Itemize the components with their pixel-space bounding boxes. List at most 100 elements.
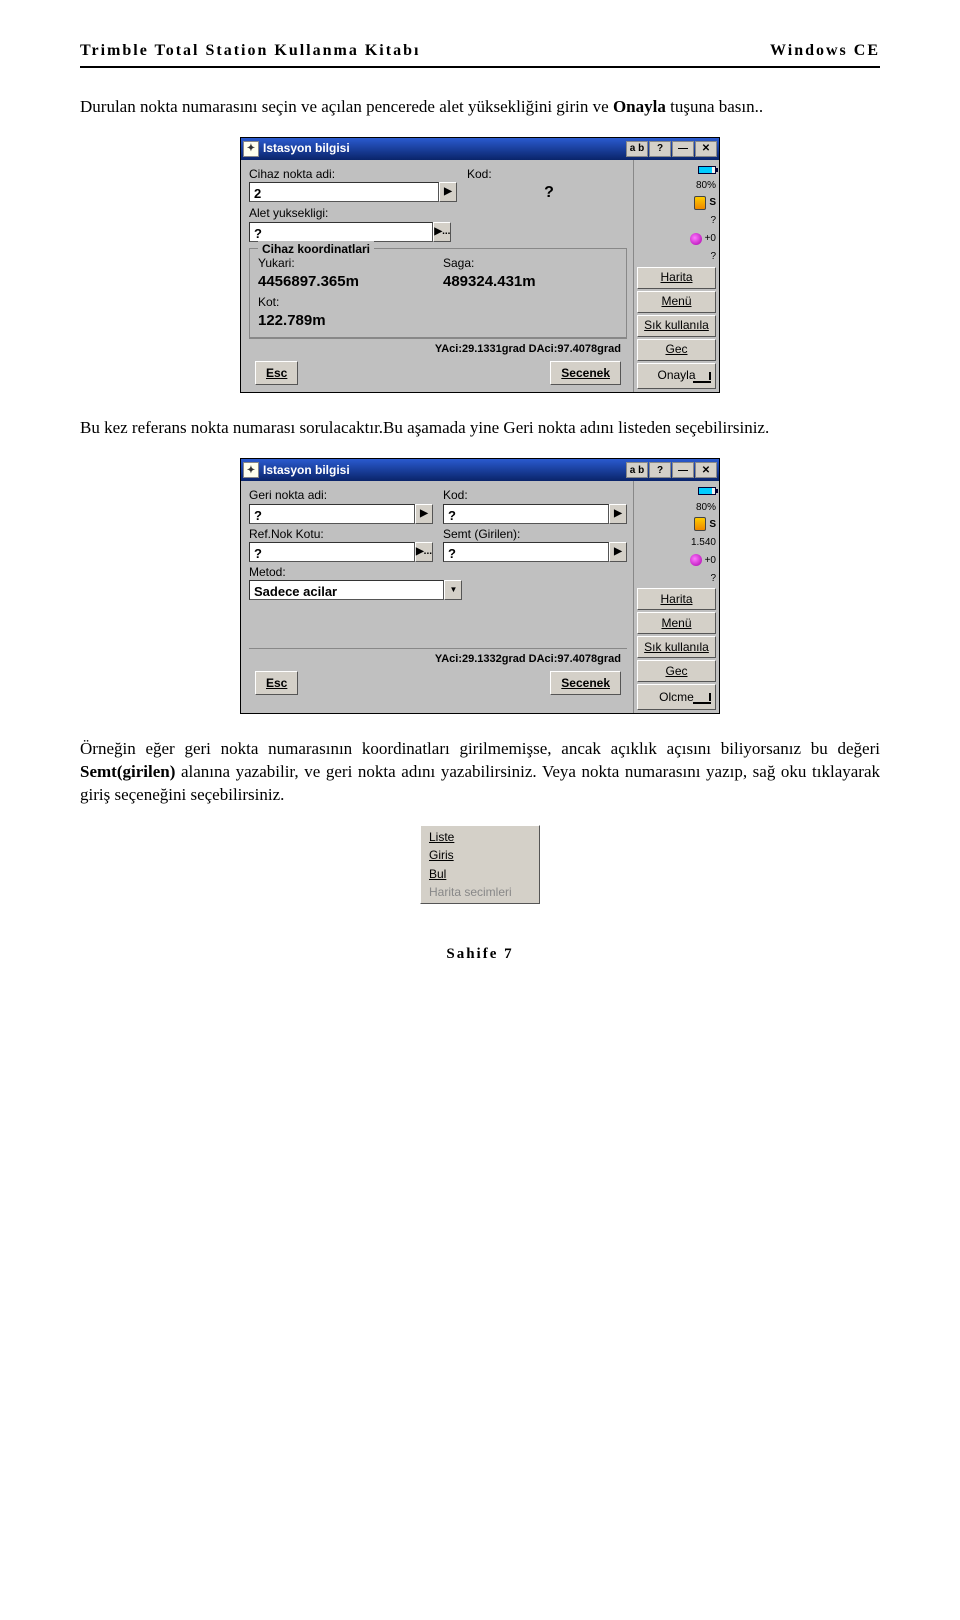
enter-icon	[691, 376, 711, 386]
sik-button[interactable]: Sık kullanıla	[637, 636, 716, 658]
cihaz-arrow-button[interactable]: ▶	[439, 182, 457, 202]
esc-button[interactable]: Esc	[255, 361, 298, 385]
titlebar: ✦ Istasyon bilgisi a b ? — ✕	[241, 459, 719, 481]
battery-percent: 80%	[696, 501, 716, 515]
titlebar: ✦ Istasyon bilgisi a b ? — ✕	[241, 138, 719, 160]
menu-item-liste[interactable]: Liste	[423, 828, 537, 846]
cihaz-label: Cihaz nokta adi:	[249, 166, 457, 182]
battery-icon	[698, 166, 716, 174]
screenshot-2: ✦ Istasyon bilgisi a b ? — ✕ Geri nokta …	[80, 458, 880, 714]
kod-value: ?	[544, 182, 554, 204]
angle-statusbar: . YAci:29.1332grad DAci:97.4078grad	[249, 648, 627, 670]
close-button[interactable]: ✕	[695, 141, 717, 157]
paragraph-2: Bu kez referans nokta numarası sorulacak…	[80, 417, 880, 440]
page-header: Trimble Total Station Kullanma Kitabı Wi…	[80, 40, 880, 62]
alet-more-button[interactable]: ▶...	[433, 222, 451, 242]
onayla-button[interactable]: Onayla	[637, 363, 716, 389]
menu-item-bul[interactable]: Bul	[423, 865, 537, 883]
saga-value: 489324.431m	[443, 272, 618, 292]
menu-button[interactable]: Menü	[637, 291, 716, 313]
battery-icon	[698, 487, 716, 495]
plus-zero: +0	[705, 232, 716, 246]
prism-q: ?	[710, 250, 716, 264]
harita-button[interactable]: Harita	[637, 588, 716, 610]
metod-select[interactable]: Sadece acilar	[249, 580, 444, 600]
kod-label: Kod:	[467, 166, 627, 182]
semt-arrow-button[interactable]: ▶	[609, 542, 627, 562]
angle-status: YAci:29.1331grad DAci:97.4078grad	[435, 342, 621, 357]
prism-icon	[690, 233, 702, 245]
esc-button[interactable]: Esc	[255, 671, 298, 695]
semt-input[interactable]: ?	[443, 542, 609, 562]
height-value: 1.540	[691, 536, 716, 550]
window-main: Cihaz nokta adi: 2 ▶ Kod: ? Alet yuksekl…	[241, 160, 633, 393]
secenek-button[interactable]: Secenek	[550, 361, 621, 385]
page-footer: Sahife 7	[80, 944, 880, 964]
instrument-icon	[694, 196, 706, 210]
kod-label: Kod:	[443, 487, 627, 503]
minimize-button[interactable]: —	[672, 462, 694, 478]
inst-q: ?	[710, 214, 716, 228]
olcme-button[interactable]: Olcme	[637, 684, 716, 710]
ref-more-button[interactable]: ▶...	[415, 542, 433, 562]
popup-menu-screenshot: Liste Giris Bul Harita secimleri	[80, 825, 880, 904]
yukari-value: 4456897.365m	[258, 272, 433, 292]
enter-icon	[691, 697, 711, 707]
close-button[interactable]: ✕	[695, 462, 717, 478]
secenek-button[interactable]: Secenek	[550, 671, 621, 695]
paragraph-3: Örneğin eğer geri nokta numarasının koor…	[80, 738, 880, 807]
header-left: Trimble Total Station Kullanma Kitabı	[80, 40, 420, 62]
ab-button[interactable]: a b	[626, 141, 648, 157]
harita-button[interactable]: Harita	[637, 267, 716, 289]
paragraph-1: Durulan nokta numarasını seçin ve açılan…	[80, 96, 880, 119]
window-istasyon-1: ✦ Istasyon bilgisi a b ? — ✕ Cihaz nokta…	[240, 137, 720, 394]
metod-label: Metod:	[249, 564, 462, 580]
prism-q: ?	[710, 572, 716, 586]
minimize-button[interactable]: —	[672, 141, 694, 157]
screenshot-1: ✦ Istasyon bilgisi a b ? — ✕ Cihaz nokta…	[80, 137, 880, 394]
battery-percent: 80%	[696, 179, 716, 193]
metod-dropdown-button[interactable]	[444, 580, 462, 600]
sik-button[interactable]: Sık kullanıla	[637, 315, 716, 337]
prism-icon	[690, 554, 702, 566]
semt-label: Semt (Girilen):	[443, 526, 627, 542]
gec-button[interactable]: Gec	[637, 660, 716, 682]
alet-label: Alet yuksekligi:	[249, 205, 451, 221]
s-label: S	[709, 518, 716, 532]
alet-input[interactable]: ?	[249, 222, 433, 242]
help-button[interactable]: ?	[649, 462, 671, 478]
geri-arrow-button[interactable]: ▶	[415, 504, 433, 524]
window-main: Geri nokta adi: ? ▶ Kod: ? ▶	[241, 481, 633, 713]
saga-label: Saga:	[443, 255, 618, 271]
header-right: Windows CE	[770, 40, 880, 62]
yukari-label: Yukari:	[258, 255, 433, 271]
menu-item-giris[interactable]: Giris	[423, 846, 537, 864]
window-istasyon-2: ✦ Istasyon bilgisi a b ? — ✕ Geri nokta …	[240, 458, 720, 714]
kod-arrow-button[interactable]: ▶	[609, 504, 627, 524]
header-rule	[80, 66, 880, 68]
ab-button[interactable]: a b	[626, 462, 648, 478]
groupbox-title: Cihaz koordinatlari	[258, 241, 374, 257]
geri-input[interactable]: ?	[249, 504, 415, 524]
s-label: S	[709, 196, 716, 210]
gec-button[interactable]: Gec	[637, 339, 716, 361]
context-menu: Liste Giris Bul Harita secimleri	[420, 825, 540, 904]
kod-input[interactable]: ?	[443, 504, 609, 524]
menu-button[interactable]: Menü	[637, 612, 716, 634]
angle-statusbar: . YAci:29.1331grad DAci:97.4078grad	[249, 338, 627, 360]
coords-groupbox: Cihaz koordinatlari Yukari: 4456897.365m…	[249, 248, 627, 339]
geri-label: Geri nokta adi:	[249, 487, 433, 503]
side-panel: 80% S ? +0 ? Harita Menü Sık kullanıla G…	[633, 160, 719, 393]
help-button[interactable]: ?	[649, 141, 671, 157]
window-title: Istasyon bilgisi	[263, 462, 625, 478]
instrument-icon	[694, 517, 706, 531]
ref-input[interactable]: ?	[249, 542, 415, 562]
ref-label: Ref.Nok Kotu:	[249, 526, 433, 542]
side-panel: 80% S 1.540 +0 ? Harita Menü Sık kullanı…	[633, 481, 719, 713]
kot-label: Kot:	[258, 294, 618, 310]
cihaz-input[interactable]: 2	[249, 182, 439, 202]
plus-zero: +0	[705, 554, 716, 568]
app-icon: ✦	[243, 141, 259, 157]
app-icon: ✦	[243, 462, 259, 478]
angle-status: YAci:29.1332grad DAci:97.4078grad	[435, 652, 621, 667]
